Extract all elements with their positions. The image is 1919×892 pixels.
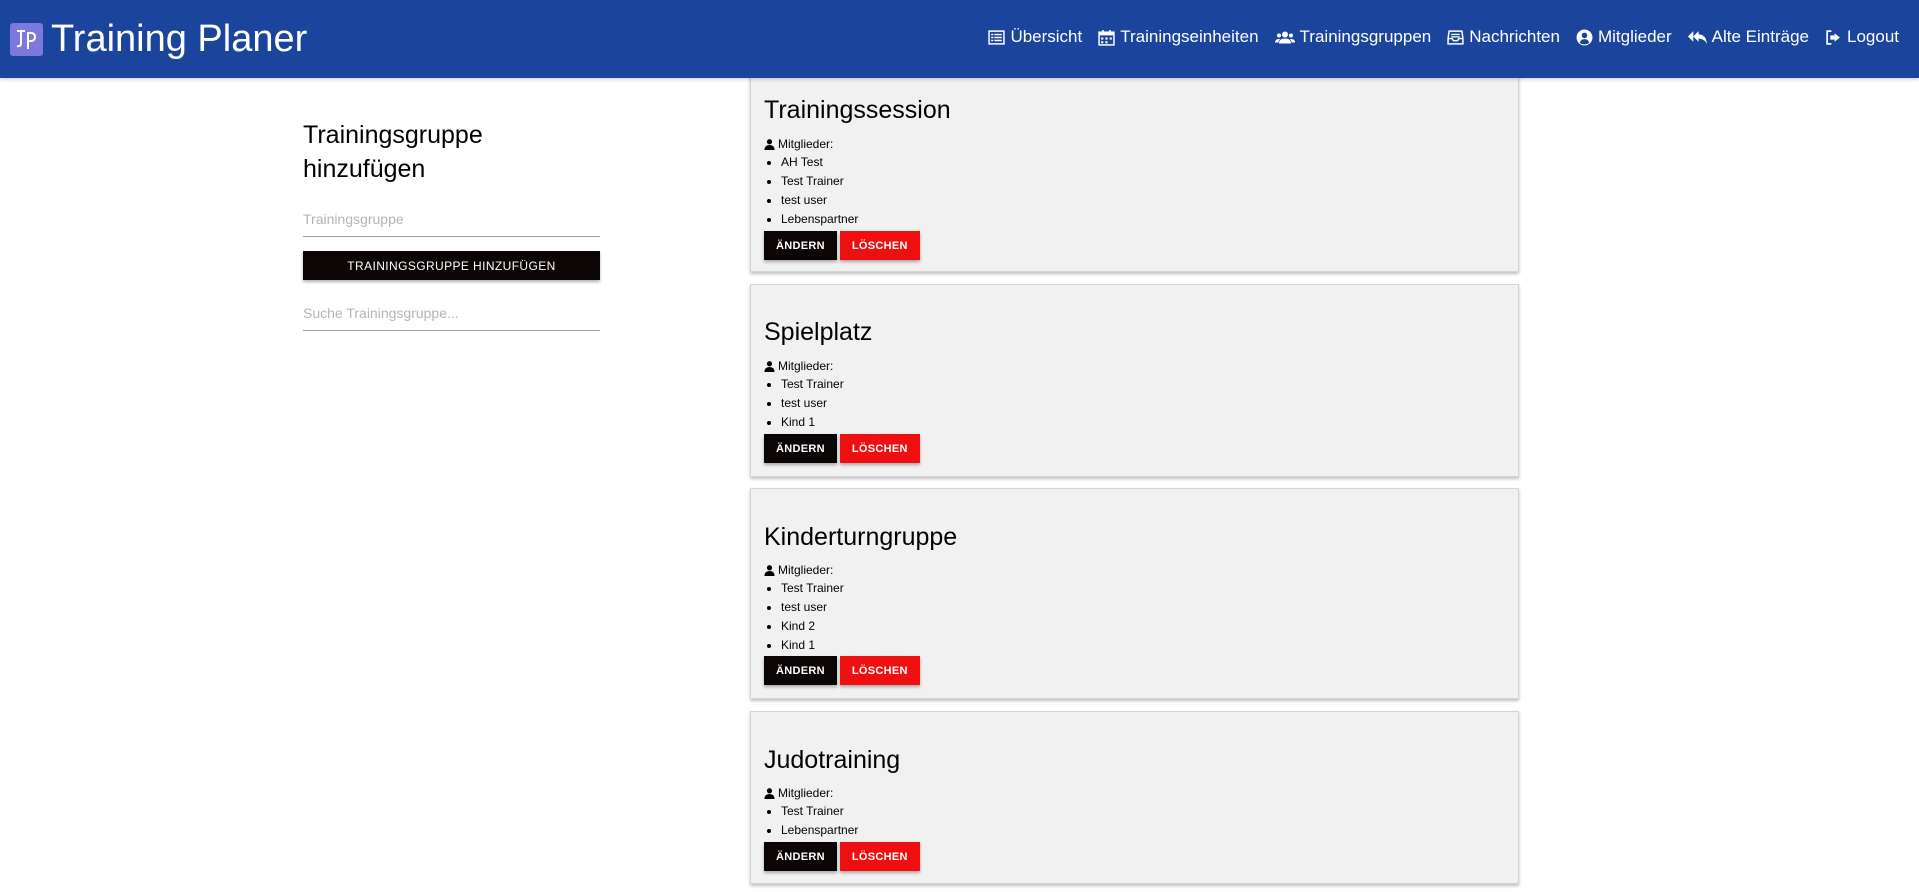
user-circle-icon <box>1576 29 1593 45</box>
inbox-icon <box>1447 29 1464 45</box>
member-list: AH Test Test Trainer test user Lebenspar… <box>764 153 858 229</box>
nav-label: Trainingsgruppen <box>1299 27 1432 46</box>
edit-button[interactable]: Ändern <box>764 656 837 685</box>
nav-item-alte-eintraege[interactable]: Alte Einträge <box>1687 27 1809 47</box>
group-title: Trainingssession <box>764 96 951 124</box>
nav-item-uebersicht[interactable]: Übersicht <box>988 27 1082 47</box>
group-name-input[interactable] <box>303 204 600 234</box>
reply-all-icon <box>1687 30 1707 44</box>
card-actions: Ändern Löschen <box>764 434 923 463</box>
nav-label: Nachrichten <box>1469 27 1560 46</box>
members-label: Mitglieder: <box>764 563 833 577</box>
member-item: Kind 2 <box>781 617 844 636</box>
edit-button[interactable]: Ändern <box>764 231 837 260</box>
member-item: test user <box>781 598 844 617</box>
edit-button[interactable]: Ändern <box>764 842 837 871</box>
search-group-input[interactable] <box>303 298 600 328</box>
delete-button[interactable]: Löschen <box>839 434 920 463</box>
nav-item-mitglieder[interactable]: Mitglieder <box>1576 27 1672 47</box>
list-icon <box>988 29 1006 45</box>
users-icon <box>1274 31 1295 43</box>
member-list: Test Trainer test user Kind 1 <box>764 375 844 432</box>
member-item: test user <box>781 394 844 413</box>
nav-item-trainingseinheiten[interactable]: Trainingseinheiten <box>1098 27 1259 47</box>
member-item: Kind 1 <box>781 413 844 432</box>
members-label-text: Mitglieder: <box>778 137 834 151</box>
add-group-button[interactable]: Trainingsgruppe hinzufügen <box>303 251 600 280</box>
members-label-text: Mitglieder: <box>778 563 834 577</box>
sign-out-icon <box>1826 29 1840 45</box>
members-label: Mitglieder: <box>764 359 833 373</box>
user-icon <box>764 787 775 799</box>
brand[interactable]: Training Planer <box>10 17 307 61</box>
user-icon <box>764 138 775 150</box>
member-item: AH Test <box>781 153 858 172</box>
nav-item-trainingsgruppen[interactable]: Trainingsgruppen <box>1274 27 1432 47</box>
member-list: Test Trainer Lebenspartner <box>764 802 858 840</box>
member-item: Test Trainer <box>781 802 858 821</box>
members-label-text: Mitglieder: <box>778 359 834 373</box>
group-name-field <box>303 204 600 237</box>
group-title: Kinderturngruppe <box>764 523 958 551</box>
group-card: Kinderturngruppe Mitglieder: Test Traine… <box>750 488 1519 699</box>
member-item: Test Trainer <box>781 579 844 598</box>
nav-label: Trainingseinheiten <box>1120 27 1259 46</box>
card-actions: Ändern Löschen <box>764 656 923 685</box>
jp-logo-icon <box>10 22 43 56</box>
calendar-icon <box>1098 29 1115 46</box>
group-card: Spielplatz Mitglieder: Test Trainer test… <box>750 284 1519 477</box>
nav-label: Übersicht <box>1010 27 1083 46</box>
user-icon <box>764 564 775 576</box>
member-item: Test Trainer <box>781 172 858 191</box>
nav-label: Logout <box>1847 27 1899 46</box>
group-title: Spielplatz <box>764 318 873 346</box>
add-group-title: Trainingsgruppe hinzufügen <box>303 121 483 183</box>
member-list: Test Trainer test user Kind 2 Kind 1 <box>764 579 844 655</box>
search-group-field <box>303 298 600 331</box>
edit-button[interactable]: Ändern <box>764 434 837 463</box>
member-item: Kind 1 <box>781 636 844 655</box>
user-icon <box>764 360 775 372</box>
group-card: Trainingssession Mitglieder: AH Test Tes… <box>750 60 1519 272</box>
group-card: Judotraining Mitglieder: Test Trainer Le… <box>750 711 1519 884</box>
delete-button[interactable]: Löschen <box>839 656 920 685</box>
members-label: Mitglieder: <box>764 137 833 151</box>
nav-label: Alte Einträge <box>1711 27 1809 46</box>
member-item: test user <box>781 191 858 210</box>
nav-item-nachrichten[interactable]: Nachrichten <box>1447 27 1560 47</box>
nav-label: Mitglieder <box>1597 27 1672 46</box>
delete-button[interactable]: Löschen <box>839 842 920 871</box>
app-title: Training Planer <box>51 18 308 60</box>
member-item: Lebenspartner <box>781 210 858 229</box>
top-navbar: Training Planer Übersicht Trainingseinhe… <box>0 0 1919 78</box>
nav-item-logout[interactable]: Logout <box>1825 27 1899 47</box>
card-actions: Ändern Löschen <box>764 231 923 260</box>
delete-button[interactable]: Löschen <box>839 231 920 260</box>
nav-menu: Übersicht Trainingseinheiten Trainingsgr… <box>972 24 1899 50</box>
member-item: Test Trainer <box>781 375 844 394</box>
card-actions: Ändern Löschen <box>764 842 923 871</box>
members-label: Mitglieder: <box>764 786 833 800</box>
add-group-panel: Trainingsgruppe hinzufügen Trainingsgrup… <box>303 118 600 331</box>
group-title: Judotraining <box>764 746 901 774</box>
member-item: Lebenspartner <box>781 821 858 840</box>
members-label-text: Mitglieder: <box>778 786 834 800</box>
